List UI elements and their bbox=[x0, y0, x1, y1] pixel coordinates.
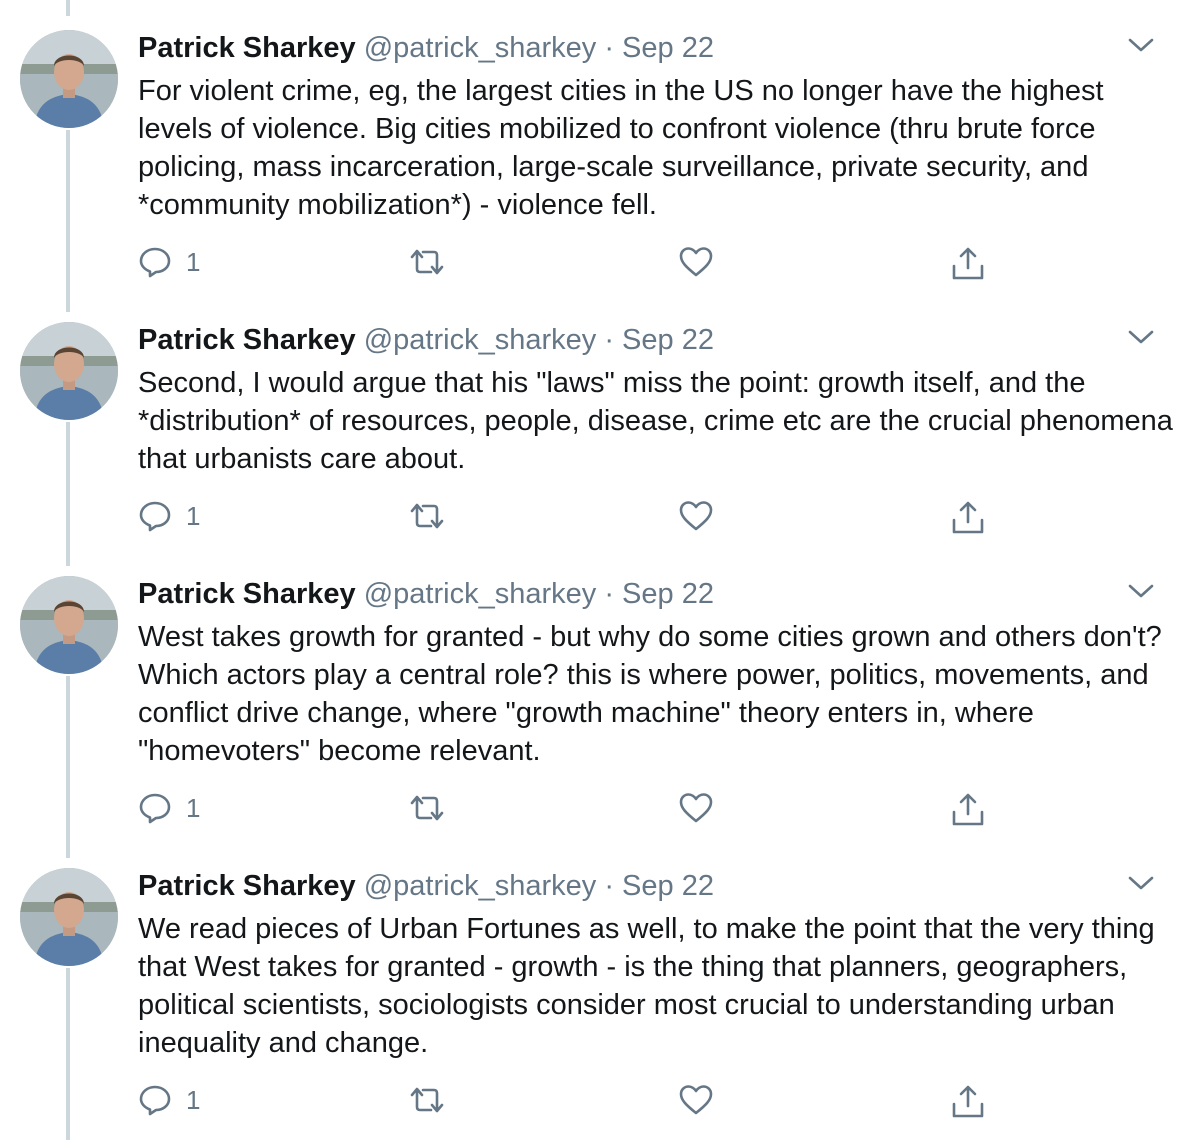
separator-dot: · bbox=[604, 324, 614, 356]
retweet-icon bbox=[410, 249, 444, 275]
thread-line bbox=[66, 968, 70, 1140]
separator-dot: · bbox=[604, 32, 614, 64]
reply-count: 1 bbox=[186, 792, 201, 823]
like-button[interactable] bbox=[678, 1080, 714, 1120]
tweet-header: Patrick Sharkey @patrick_sharkey · Sep 2… bbox=[138, 574, 714, 614]
retweet-icon bbox=[410, 1087, 444, 1113]
retweet-button[interactable] bbox=[408, 788, 446, 828]
retweet-button[interactable] bbox=[408, 1080, 446, 1120]
like-button[interactable] bbox=[678, 496, 714, 536]
author-handle[interactable]: @patrick_sharkey bbox=[364, 324, 597, 356]
author-name[interactable]: Patrick Sharkey bbox=[138, 324, 356, 356]
profile-photo bbox=[20, 322, 118, 420]
tweet-date[interactable]: Sep 22 bbox=[622, 578, 714, 610]
share-icon bbox=[952, 247, 984, 280]
reply-count: 1 bbox=[186, 246, 201, 277]
avatar[interactable] bbox=[20, 30, 118, 128]
reply-count: 1 bbox=[186, 1084, 201, 1115]
thread-line bbox=[66, 0, 70, 16]
author-handle[interactable]: @patrick_sharkey bbox=[364, 870, 597, 902]
reply-button[interactable]: 1 bbox=[138, 788, 200, 828]
profile-photo bbox=[20, 868, 118, 966]
share-icon bbox=[952, 793, 984, 826]
reply-button[interactable]: 1 bbox=[138, 242, 200, 282]
reply-icon bbox=[139, 501, 171, 532]
tweet-text: We read pieces of Urban Fortunes as well… bbox=[138, 913, 1155, 1059]
author-name[interactable]: Patrick Sharkey bbox=[138, 32, 356, 64]
like-icon bbox=[679, 247, 713, 277]
retweet-button[interactable] bbox=[408, 496, 446, 536]
reply-icon bbox=[139, 247, 171, 278]
tweet-text: Second, I would argue that his "laws" mi… bbox=[138, 367, 1173, 475]
tweet-date[interactable]: Sep 22 bbox=[622, 324, 714, 356]
tweet-date[interactable]: Sep 22 bbox=[622, 32, 714, 64]
reply-button[interactable]: 1 bbox=[138, 1080, 200, 1120]
share-icon bbox=[952, 1085, 984, 1118]
chevron-down-icon[interactable] bbox=[1126, 868, 1156, 898]
reply-count: 1 bbox=[186, 500, 201, 531]
avatar[interactable] bbox=[20, 322, 118, 420]
like-icon bbox=[679, 1085, 713, 1115]
profile-photo bbox=[20, 30, 118, 128]
like-icon bbox=[679, 501, 713, 531]
share-button[interactable] bbox=[950, 244, 986, 284]
like-button[interactable] bbox=[678, 242, 714, 282]
avatar[interactable] bbox=[20, 576, 118, 674]
tweet-text: For violent crime, eg, the largest citie… bbox=[138, 75, 1104, 221]
tweet-text: West takes growth for granted - but why … bbox=[138, 621, 1162, 767]
share-button[interactable] bbox=[950, 498, 986, 538]
reply-icon bbox=[139, 793, 171, 824]
like-button[interactable] bbox=[678, 788, 714, 828]
avatar[interactable] bbox=[20, 868, 118, 966]
tweet-header: Patrick Sharkey @patrick_sharkey · Sep 2… bbox=[138, 866, 714, 906]
retweet-button[interactable] bbox=[408, 242, 446, 282]
share-button[interactable] bbox=[950, 1082, 986, 1122]
chevron-down-icon[interactable] bbox=[1126, 576, 1156, 606]
tweet-header: Patrick Sharkey @patrick_sharkey · Sep 2… bbox=[138, 320, 714, 360]
thread-line bbox=[66, 130, 70, 312]
reply-button[interactable]: 1 bbox=[138, 496, 200, 536]
retweet-icon bbox=[410, 795, 444, 821]
reply-icon bbox=[139, 1085, 171, 1116]
thread-line bbox=[66, 676, 70, 858]
profile-photo bbox=[20, 576, 118, 674]
tweet-header: Patrick Sharkey @patrick_sharkey · Sep 2… bbox=[138, 28, 714, 68]
share-button[interactable] bbox=[950, 790, 986, 830]
retweet-icon bbox=[410, 503, 444, 529]
chevron-down-icon[interactable] bbox=[1126, 30, 1156, 60]
tweet-date[interactable]: Sep 22 bbox=[622, 870, 714, 902]
author-handle[interactable]: @patrick_sharkey bbox=[364, 578, 597, 610]
like-icon bbox=[679, 793, 713, 823]
author-handle[interactable]: @patrick_sharkey bbox=[364, 32, 597, 64]
chevron-down-icon[interactable] bbox=[1126, 322, 1156, 352]
separator-dot: · bbox=[604, 578, 614, 610]
author-name[interactable]: Patrick Sharkey bbox=[138, 870, 356, 902]
separator-dot: · bbox=[604, 870, 614, 902]
author-name[interactable]: Patrick Sharkey bbox=[138, 578, 356, 610]
thread-line bbox=[66, 422, 70, 566]
share-icon bbox=[952, 501, 984, 534]
